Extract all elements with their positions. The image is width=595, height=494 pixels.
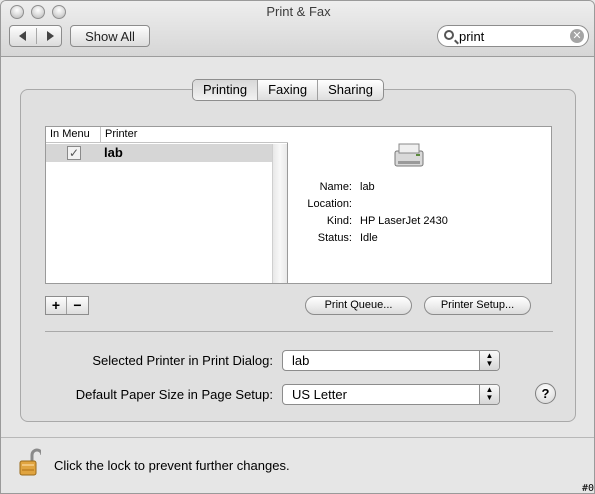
section-divider	[45, 331, 553, 332]
selected-printer-popup[interactable]: lab ▲ ▼	[282, 350, 500, 371]
back-button[interactable]	[10, 26, 36, 46]
list-scrollbar[interactable]	[272, 144, 287, 283]
lock-message: Click the lock to prevent further change…	[54, 458, 290, 473]
back-forward-control	[9, 25, 62, 47]
status-label: Status:	[317, 232, 352, 244]
tab-faxing[interactable]: Faxing	[258, 80, 319, 100]
column-header-printer[interactable]: Printer	[105, 128, 137, 140]
tab-printing[interactable]: Printing	[193, 80, 259, 100]
kind-value: HP LaserJet 2430	[360, 215, 448, 227]
search-icon	[444, 30, 454, 40]
name-value: lab	[360, 181, 375, 193]
print-fax-window: Print & Fax Show All print ✕ Printing Fa…	[0, 0, 595, 494]
search-input[interactable]: print	[459, 29, 484, 44]
toolbar: Print & Fax Show All print ✕	[1, 1, 594, 57]
lock-bar: Click the lock to prevent further change…	[1, 437, 594, 494]
printer-details-pane: Name: lab Location: Kind: HP LaserJet 24…	[288, 126, 552, 284]
in-menu-checkbox[interactable]: ✓	[67, 146, 81, 160]
remove-printer-button[interactable]: −	[67, 297, 88, 314]
tab-sharing[interactable]: Sharing	[318, 80, 383, 100]
printer-row[interactable]: ✓ lab	[46, 144, 273, 162]
lock-icon[interactable]	[19, 448, 41, 478]
selected-printer-value: lab	[292, 353, 310, 368]
add-remove-control: + −	[45, 296, 89, 315]
add-printer-button[interactable]: +	[46, 297, 68, 314]
printer-icon	[394, 143, 424, 167]
back-arrow-icon	[19, 31, 26, 41]
selected-printer-label: Selected Printer in Print Dialog:	[92, 353, 273, 368]
paper-size-popup[interactable]: US Letter ▲ ▼	[282, 384, 500, 405]
kind-label: Kind:	[326, 215, 352, 227]
print-queue-button[interactable]: Print Queue...	[305, 296, 412, 315]
clear-search-icon[interactable]: ✕	[570, 29, 584, 43]
tab-bar: Printing Faxing Sharing	[192, 79, 384, 101]
paper-size-value: US Letter	[292, 387, 347, 402]
corner-mark: #0	[581, 483, 594, 494]
paper-size-label: Default Paper Size in Page Setup:	[75, 387, 273, 402]
search-field[interactable]: print ✕	[437, 25, 589, 47]
column-header-in-menu[interactable]: In Menu	[50, 128, 90, 140]
name-label: Name:	[319, 181, 352, 193]
column-divider	[100, 127, 101, 143]
window-title: Print & Fax	[266, 4, 331, 19]
help-button[interactable]: ?	[535, 383, 556, 404]
location-label: Location:	[307, 198, 352, 210]
printer-list[interactable]: In Menu Printer ✓ lab	[45, 126, 288, 284]
printer-setup-button[interactable]: Printer Setup...	[424, 296, 531, 315]
show-all-button[interactable]: Show All	[70, 25, 150, 47]
forward-button[interactable]	[37, 26, 63, 46]
forward-arrow-icon	[47, 31, 54, 41]
printer-list-header: In Menu Printer	[46, 127, 288, 143]
popup-arrows-icon: ▲ ▼	[479, 351, 499, 370]
status-value: Idle	[360, 232, 378, 244]
popup-arrows-icon: ▲ ▼	[479, 385, 499, 404]
printer-name: lab	[104, 145, 123, 160]
